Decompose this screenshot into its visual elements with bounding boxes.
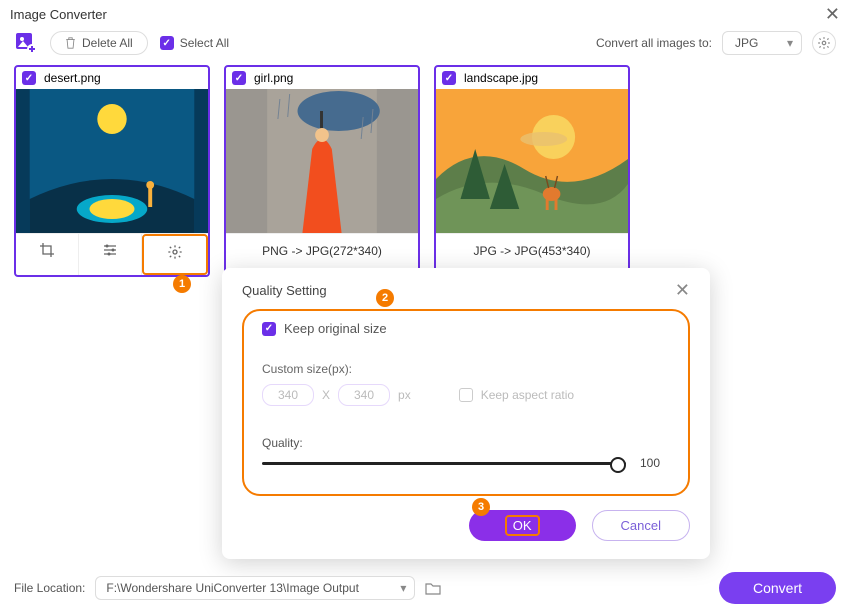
dialog-title: Quality Setting xyxy=(242,283,327,298)
dialog-highlight-region: Keep original size Custom size(px): 340 … xyxy=(242,309,690,496)
callout-badge-2: 2 xyxy=(376,289,394,307)
card-checkbox[interactable] xyxy=(232,71,246,85)
quality-label: Quality: xyxy=(262,436,670,450)
thumbnail-landscape xyxy=(436,89,628,233)
quality-gear-tool-icon[interactable] xyxy=(142,234,208,275)
dialog-close-icon[interactable]: ✕ xyxy=(675,280,690,301)
card-checkbox[interactable] xyxy=(22,71,36,85)
callout-badge-3: 3 xyxy=(472,498,490,516)
file-location-label: File Location: xyxy=(14,581,85,595)
crop-tool-icon[interactable] xyxy=(16,234,79,275)
height-input[interactable]: 340 xyxy=(338,384,390,406)
card-filename: landscape.jpg xyxy=(464,71,538,85)
callout-badge-1: 1 xyxy=(173,275,191,293)
keep-aspect-checkbox[interactable] xyxy=(459,388,473,402)
keep-original-label: Keep original size xyxy=(284,321,387,336)
delete-all-label: Delete All xyxy=(82,36,133,50)
card-footer: PNG -> JPG(272*340) xyxy=(226,233,418,268)
settings-gear-icon[interactable] xyxy=(812,31,836,55)
file-location-select[interactable]: F:\Wondershare UniConverter 13\Image Out… xyxy=(95,576,415,600)
add-image-icon[interactable] xyxy=(14,31,38,55)
quality-slider[interactable] xyxy=(262,462,626,465)
format-select[interactable]: JPG xyxy=(722,31,802,55)
card-filename: girl.png xyxy=(254,71,293,85)
select-all-checkbox[interactable]: Select All xyxy=(160,36,229,50)
quality-value: 100 xyxy=(640,456,670,470)
thumbnail-girl xyxy=(226,89,418,233)
custom-size-label: Custom size(px): xyxy=(262,362,670,376)
select-all-label: Select All xyxy=(180,36,229,50)
window-title: Image Converter xyxy=(10,7,107,22)
cancel-button[interactable]: Cancel xyxy=(592,510,690,541)
px-label: px xyxy=(398,388,411,402)
quality-setting-dialog: Quality Setting ✕ Keep original size Cus… xyxy=(222,268,710,559)
folder-icon[interactable] xyxy=(425,581,441,595)
keep-aspect-label: Keep aspect ratio xyxy=(481,388,574,402)
card-footer: JPG -> JPG(453*340) xyxy=(436,233,628,268)
width-input[interactable]: 340 xyxy=(262,384,314,406)
thumbnail-desert xyxy=(16,89,208,233)
checkbox-checked-icon xyxy=(262,322,276,336)
image-card[interactable]: desert.png xyxy=(14,65,210,277)
convert-all-label: Convert all images to: xyxy=(596,36,712,50)
keep-original-checkbox[interactable]: Keep original size xyxy=(262,321,670,336)
trash-icon xyxy=(65,37,76,49)
card-checkbox[interactable] xyxy=(442,71,456,85)
delete-all-button[interactable]: Delete All xyxy=(50,31,148,55)
image-card[interactable]: landscape.jpg JPG -> JPG(453*340) xyxy=(434,65,630,277)
convert-button[interactable]: Convert xyxy=(719,572,836,604)
card-filename: desert.png xyxy=(44,71,101,85)
checkbox-checked-icon xyxy=(160,36,174,50)
image-card[interactable]: girl.png PNG -> JPG(272*340) xyxy=(224,65,420,277)
by-label: X xyxy=(322,388,330,402)
close-icon[interactable]: ✕ xyxy=(825,4,840,25)
adjust-tool-icon[interactable] xyxy=(79,234,142,275)
